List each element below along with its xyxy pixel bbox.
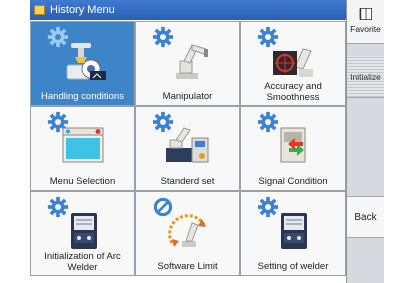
tile-label: Handling conditions bbox=[41, 90, 124, 102]
tile-handling-conditions[interactable]: Handling conditions bbox=[31, 22, 134, 105]
back-button[interactable]: Back bbox=[347, 196, 384, 238]
initialize-button[interactable]: Initialize bbox=[347, 56, 384, 98]
menu-selection-icon bbox=[62, 127, 104, 163]
tile-label: Setting of welder bbox=[257, 260, 329, 272]
handling-conditions-icon bbox=[66, 43, 106, 80]
standard-set-icon bbox=[166, 127, 209, 163]
side-panel: Favorite Initialize Back bbox=[346, 0, 384, 283]
accuracy-smoothness-icon bbox=[273, 48, 313, 77]
tile-manipulator[interactable]: Manipulator bbox=[136, 22, 239, 105]
tile-signal-condition[interactable]: Signal Condition bbox=[241, 107, 345, 190]
tile-label: Menu Selection bbox=[49, 175, 116, 187]
tile-label: Accuracy and Smoothness bbox=[264, 81, 322, 103]
software-limit-icon bbox=[168, 214, 206, 247]
arc-welder-icon bbox=[71, 213, 97, 249]
window-title: History Menu bbox=[50, 4, 115, 16]
menu-app-icon bbox=[34, 5, 45, 15]
book-icon bbox=[359, 8, 372, 20]
tile-standard-set[interactable]: Standerd set bbox=[136, 107, 239, 190]
signal-condition-icon bbox=[280, 127, 306, 163]
title-bar: History Menu bbox=[30, 0, 346, 20]
tile-label: Software Limit bbox=[157, 260, 218, 272]
history-menu-screen: History Menu Handling conditions Manipul… bbox=[30, 0, 384, 283]
tile-menu-selection[interactable]: Menu Selection bbox=[31, 107, 134, 190]
tile-label: Signal Condition bbox=[258, 175, 328, 187]
favorite-button[interactable]: Favorite bbox=[347, 0, 384, 44]
menu-grid: Handling conditions Manipulator Accuracy… bbox=[30, 21, 346, 276]
back-label: Back bbox=[354, 212, 377, 223]
manipulator-icon bbox=[176, 44, 208, 79]
welder-setting-icon bbox=[281, 213, 307, 249]
tile-initialization-of-arc-welder[interactable]: Initialization of Arc Welder bbox=[31, 192, 134, 275]
tile-software-limit[interactable]: Software Limit bbox=[136, 192, 239, 275]
tile-label: Initialization of Arc Welder bbox=[44, 251, 121, 273]
tile-label: Manipulator bbox=[162, 90, 213, 102]
tile-setting-of-welder[interactable]: Setting of welder bbox=[241, 192, 345, 275]
favorite-label: Favorite bbox=[350, 24, 381, 34]
tile-accuracy-and-smoothness[interactable]: Accuracy and Smoothness bbox=[241, 22, 345, 105]
tile-label: Standerd set bbox=[160, 175, 215, 187]
initialize-label: Initialize bbox=[350, 72, 381, 82]
